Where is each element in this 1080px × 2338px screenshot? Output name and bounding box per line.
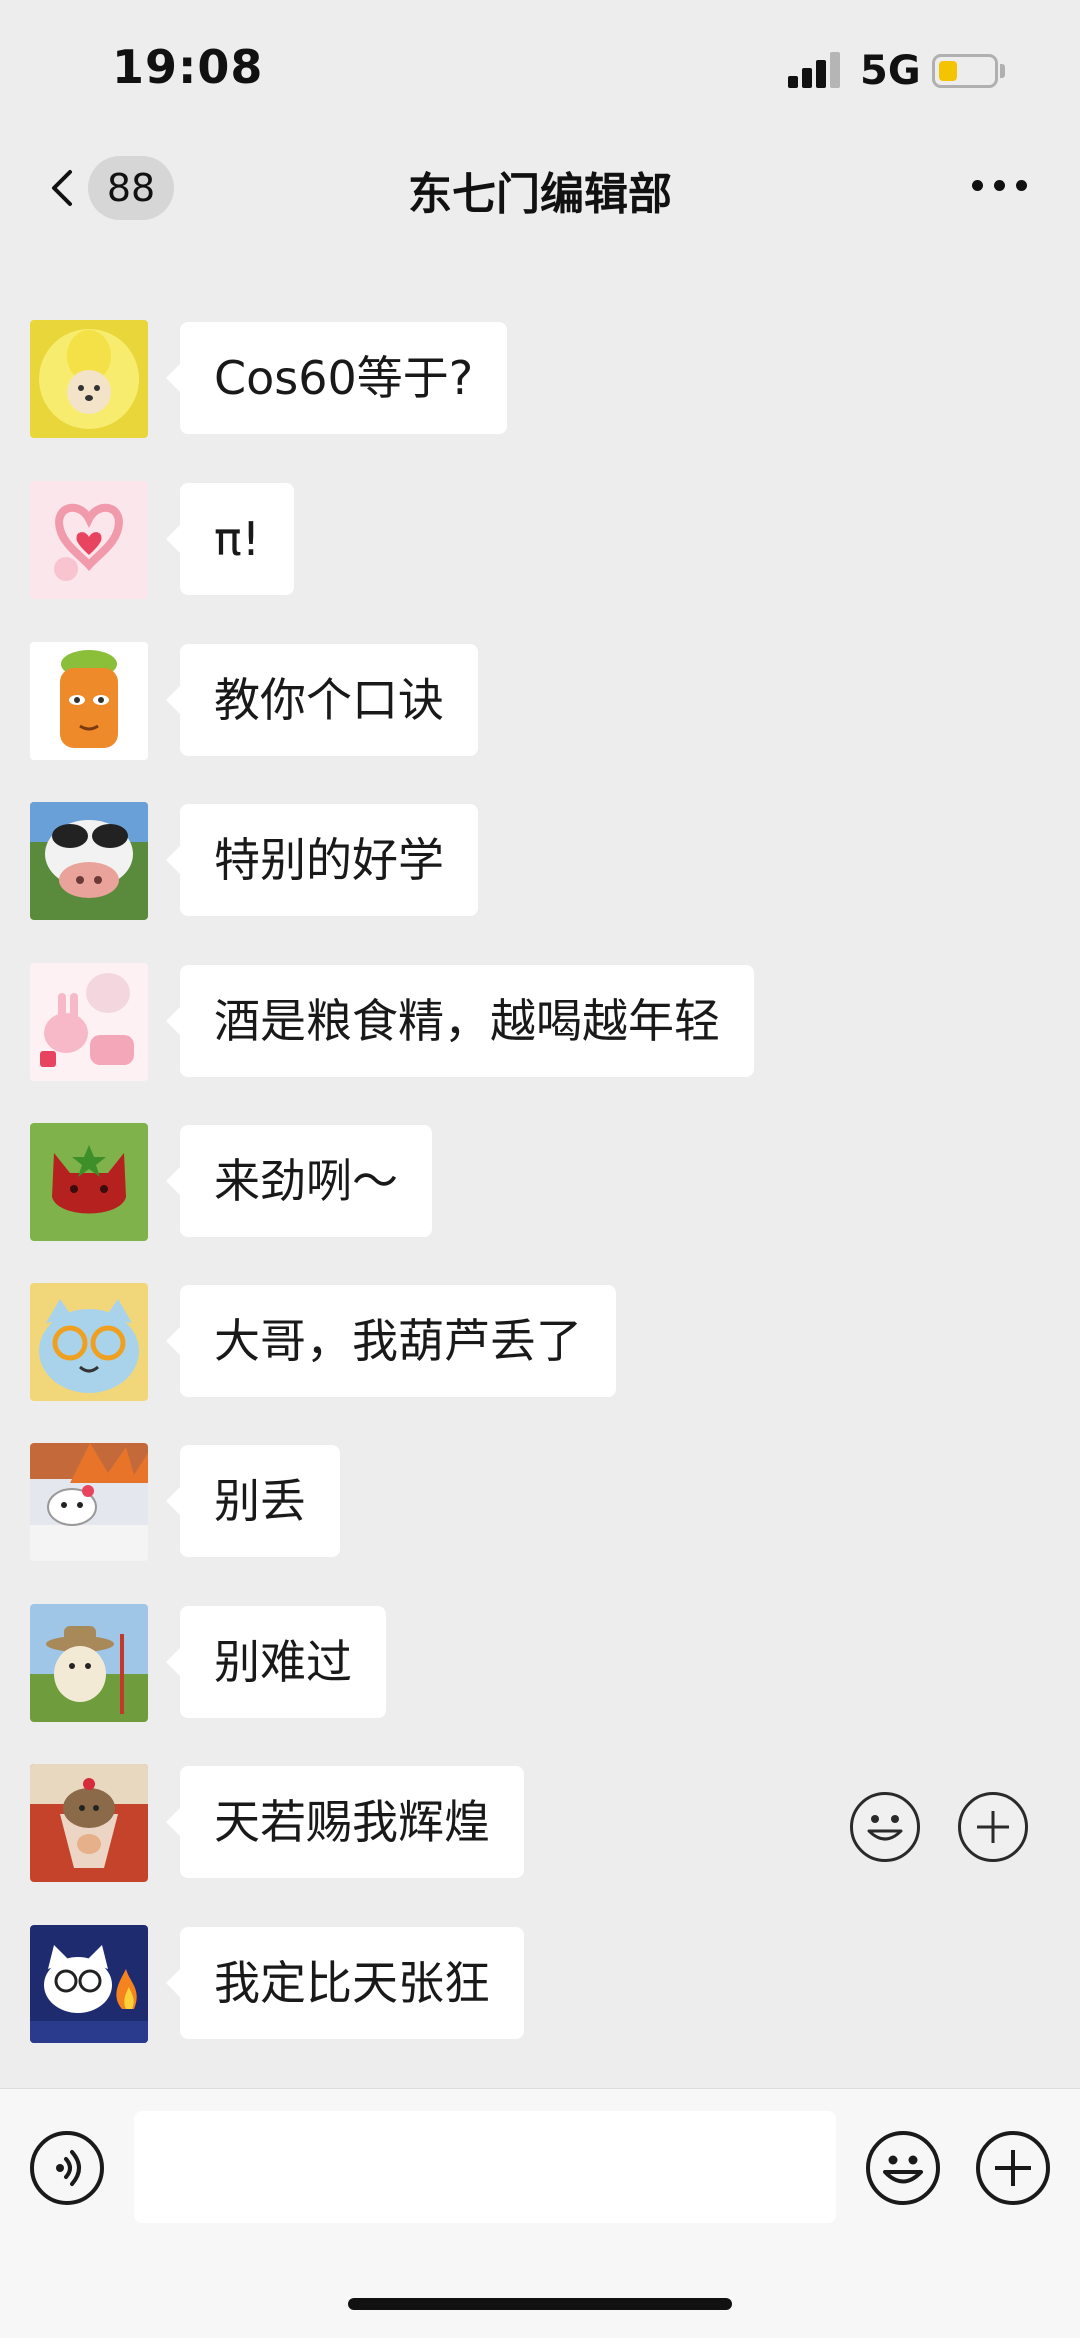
cow-avatar-icon[interactable] (30, 802, 148, 920)
chat-header: 88 东七门编辑部 (0, 140, 1080, 240)
message-bubble[interactable]: 别难过 (166, 1606, 386, 1718)
hello-kitty-fire-avatar-icon[interactable] (30, 1443, 148, 1561)
unread-count-badge[interactable]: 88 (88, 156, 174, 220)
more-options-icon[interactable] (972, 180, 1032, 196)
message-bubble[interactable]: 天若赐我辉煌 (166, 1766, 524, 1878)
message-bubble[interactable]: 别丢 (166, 1445, 340, 1557)
voice-input-icon[interactable] (30, 2131, 104, 2205)
yellow-toy-avatar-icon[interactable] (30, 320, 148, 438)
network-type: 5G (860, 48, 921, 94)
floating-plus-icon[interactable] (958, 1792, 1028, 1862)
hedgehog-sundae-avatar-icon[interactable] (30, 1764, 148, 1882)
message-bubble[interactable]: 特别的好学 (166, 804, 478, 916)
message-bubble[interactable]: 教你个口诀 (166, 644, 478, 756)
message-row: 酒是粮食精，越喝越年轻 (0, 963, 1080, 1083)
message-row: 教你个口诀 (0, 642, 1080, 762)
message-bubble[interactable]: 来劲咧～ (166, 1125, 432, 1237)
message-row: Cos60等于? (0, 320, 1080, 440)
pink-rabbit-avatar-icon[interactable] (30, 963, 148, 1081)
message-row: 别丢 (0, 1443, 1080, 1563)
more-functions-plus-icon[interactable] (976, 2131, 1050, 2205)
cartoon-cat-fire-avatar-icon[interactable] (30, 1925, 148, 2043)
pink-rabbit-heart-avatar-icon[interactable] (30, 481, 148, 599)
cowboy-dog-avatar-icon[interactable] (30, 1604, 148, 1722)
message-row: 来劲咧～ (0, 1123, 1080, 1243)
battery-fill (939, 61, 957, 81)
emoji-icon[interactable] (866, 2131, 940, 2205)
battery-icon (932, 54, 998, 88)
blue-cat-glasses-avatar-icon[interactable] (30, 1283, 148, 1401)
message-bubble[interactable]: π! (165, 483, 295, 595)
message-row: 别难过 (0, 1604, 1080, 1724)
message-bubble[interactable]: 酒是粮食精，越喝越年轻 (166, 965, 754, 1077)
message-bubble[interactable]: Cos60等于? (165, 322, 508, 434)
status-bar: 19:08 5G (0, 0, 1080, 140)
carrot-face-avatar-icon[interactable] (30, 642, 148, 760)
signal-strength-icon (788, 52, 844, 88)
message-row: 大哥，我葫芦丢了 (0, 1283, 1080, 1403)
message-row: 我定比天张狂 (0, 1925, 1080, 2045)
strawberry-cat-avatar-icon[interactable] (30, 1123, 148, 1241)
message-row: π! (0, 481, 1080, 601)
back-arrow-icon[interactable] (44, 168, 84, 208)
message-row: 特别的好学 (0, 802, 1080, 922)
home-indicator[interactable] (348, 2298, 732, 2310)
floating-emoji-icon[interactable] (850, 1792, 920, 1862)
message-bubble[interactable]: 我定比天张狂 (166, 1927, 524, 2039)
message-bubble[interactable]: 大哥，我葫芦丢了 (166, 1285, 616, 1397)
battery-tip (1000, 64, 1005, 78)
status-time: 19:08 (112, 40, 264, 94)
chat-title: 东七门编辑部 (408, 169, 672, 220)
message-input[interactable] (134, 2111, 836, 2223)
